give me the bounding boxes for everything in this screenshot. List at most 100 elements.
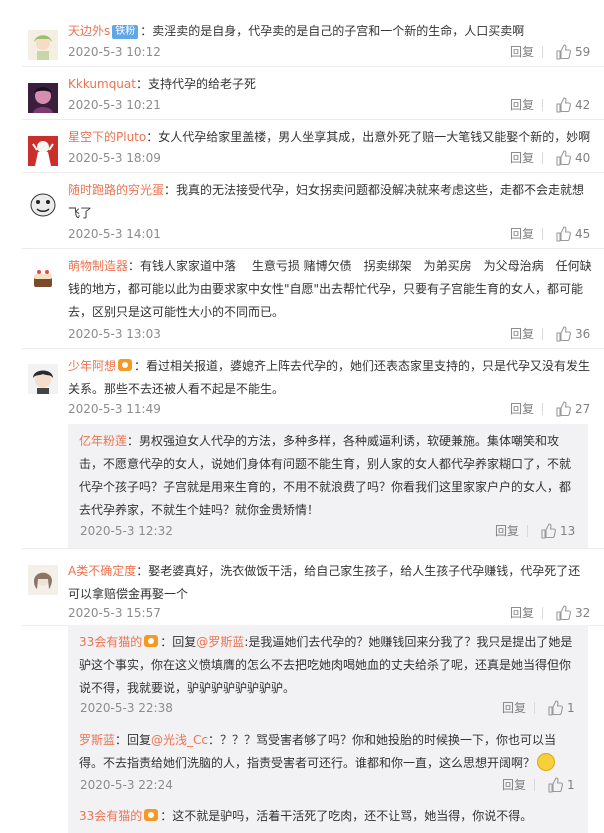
- comment-body: ：有钱人家家道中落 生意亏损 赌博欠债 拐卖绑架 为弟买房 为父母治病 任何缺钱…: [68, 259, 592, 319]
- comment-timestamp: 2020-5-3 10:12: [68, 45, 161, 59]
- like-button[interactable]: 32: [555, 603, 595, 623]
- username-link[interactable]: 罗斯蓝: [79, 733, 115, 747]
- thumb-up-icon: [548, 777, 563, 793]
- action-divider: [542, 607, 543, 619]
- comment-text: A类不确定度：娶老婆真好，洗衣做饭干活，给自己家生孩子，给人生孩子代孕赚钱，代孕…: [68, 560, 592, 606]
- comment-text: Kkkumquat：支持代孕的给老子死: [68, 73, 592, 96]
- username-link[interactable]: 萌物制造器: [68, 259, 128, 273]
- like-button[interactable]: 42: [555, 95, 595, 115]
- like-count: 36: [575, 327, 591, 341]
- comment-item: Kkkumquat：支持代孕的给老子死 2020-5-3 10:21 回复 42: [0, 67, 604, 120]
- thumb-up-icon: [556, 326, 571, 342]
- avatar[interactable]: [28, 30, 58, 60]
- comment-timestamp: 2020-5-3 10:21: [68, 98, 161, 112]
- comment-timestamp: 2020-5-3 15:57: [68, 606, 161, 620]
- reply-button[interactable]: 回复: [510, 42, 534, 62]
- like-count: 1: [567, 778, 575, 792]
- username-link[interactable]: 天边外s: [68, 24, 110, 38]
- username-link[interactable]: 33会有猫的: [79, 809, 142, 823]
- avatar[interactable]: [28, 83, 58, 113]
- like-count: 27: [575, 402, 591, 416]
- vip-icon: [144, 635, 159, 647]
- comment-body: ：看过相关报道，婆媳齐上阵去代孕的，她们还表态家里支持的，只是代孕又没有发生关系…: [68, 359, 591, 396]
- like-button[interactable]: 40: [555, 148, 595, 168]
- comment-body: ：女人代孕给家里盖楼，男人坐享其成，出意外死了赔一大笔钱又能娶个新的，妙啊: [146, 130, 591, 144]
- like-button[interactable]: 1: [547, 775, 587, 795]
- avatar[interactable]: [28, 262, 58, 292]
- thumb-up-icon: [556, 97, 571, 113]
- mention-link[interactable]: @光浅_Cc: [151, 733, 208, 747]
- comment-text: 天边外s 铁粉 ：卖淫卖的是自身，代孕卖的是自己的子宫和一个新的生命，人口买卖啊: [68, 20, 592, 43]
- reply-button[interactable]: 回复: [510, 399, 534, 419]
- avatar[interactable]: [28, 136, 58, 166]
- username-link[interactable]: 少年阿想: [68, 359, 116, 373]
- comment-text: 随时跑路的穷光蛋：我真的无法接受代孕，妇女拐卖问题都没解决就来考虑这些，走都不会…: [68, 179, 592, 225]
- comment-timestamp: 2020-5-3 11:49: [68, 402, 161, 416]
- like-count: 32: [575, 606, 591, 620]
- comment-item: A类不确定度：娶老婆真好，洗衣做饭干活，给自己家生孩子，给人生孩子代孕赚钱，代孕…: [0, 554, 604, 626]
- action-divider: [542, 46, 543, 58]
- reply-thread: 亿年粉莲：男权强迫女人代孕的方法，多种多样，各种威逼利诱，软硬兼施。集体嘲笑和攻…: [68, 424, 588, 548]
- reply-button[interactable]: 回复: [510, 95, 534, 115]
- action-divider: [542, 152, 543, 164]
- action-divider: [542, 403, 543, 415]
- mention-link[interactable]: @罗斯蓝: [196, 635, 244, 649]
- reply-button[interactable]: 回复: [510, 224, 534, 244]
- comment-text: 萌物制造器：有钱人家家道中落 生意亏损 赌博欠债 拐卖绑架 为弟买房 为父母治病…: [68, 255, 592, 324]
- thumb-up-icon: [541, 523, 556, 539]
- reply-button[interactable]: 回复: [510, 603, 534, 623]
- username-link[interactable]: A类不确定度: [68, 564, 136, 578]
- thumb-up-icon: [556, 605, 571, 621]
- like-button[interactable]: 13: [540, 521, 580, 541]
- thumb-up-icon: [556, 150, 571, 166]
- reply-button[interactable]: 回复: [510, 324, 534, 344]
- fan-badge: 铁粉: [112, 25, 139, 39]
- comment-item: 随时跑路的穷光蛋：我真的无法接受代孕，妇女拐卖问题都没解决就来考虑这些，走都不会…: [0, 173, 604, 249]
- like-button[interactable]: 27: [555, 399, 595, 419]
- username-link[interactable]: 亿年粉莲: [79, 434, 127, 448]
- comment-timestamp: 2020-5-3 22:24: [80, 778, 173, 792]
- reply-prefix: ：回复: [160, 635, 197, 649]
- comment-body: ：卖淫卖的是自身，代孕卖的是自己的子宫和一个新的生命，人口买卖啊: [140, 24, 525, 38]
- avatar[interactable]: [28, 364, 58, 394]
- comment-timestamp: 2020-5-3 22:38: [80, 701, 173, 715]
- action-divider: [534, 702, 535, 714]
- avatar[interactable]: [28, 189, 58, 219]
- like-button[interactable]: 36: [555, 324, 595, 344]
- username-link[interactable]: 33会有猫的: [79, 635, 142, 649]
- avatar[interactable]: [28, 565, 58, 595]
- comment-text: 罗斯蓝：回复@光浅_Cc：？？？骂受害者够了吗？你和她投胎的时候换一下，你也可以…: [79, 729, 576, 775]
- comment-item: 星空下的Pluto：女人代孕给家里盖楼，男人坐享其成，出意外死了赔一大笔钱又能娶…: [0, 120, 604, 173]
- comment-text: 星空下的Pluto：女人代孕给家里盖楼，男人坐享其成，出意外死了赔一大笔钱又能娶…: [68, 126, 592, 149]
- like-button[interactable]: 45: [555, 224, 595, 244]
- comment-body: ：这不就是驴吗，活着干活死了吃肉，还不让骂，她当得，你说不得。: [160, 809, 533, 823]
- username-link[interactable]: 随时跑路的穷光蛋: [68, 183, 164, 197]
- vip-icon: [118, 359, 133, 371]
- like-count: 1: [567, 701, 575, 715]
- like-button[interactable]: 1: [547, 698, 587, 718]
- comment-item: 萌物制造器：有钱人家家道中落 生意亏损 赌博欠债 拐卖绑架 为弟买房 为父母治病…: [0, 249, 604, 349]
- thumb-up-icon: [556, 401, 571, 417]
- like-button[interactable]: 59: [555, 42, 595, 62]
- action-divider: [542, 328, 543, 340]
- username-link[interactable]: Kkkumquat: [68, 77, 136, 91]
- comment-text: 亿年粉莲：男权强迫女人代孕的方法，多种多样，各种威逼利诱，软硬兼施。集体嘲笑和攻…: [79, 430, 576, 522]
- like-count: 59: [575, 45, 591, 59]
- thumb-up-icon: [556, 226, 571, 242]
- action-divider: [534, 779, 535, 791]
- comment-item: 天边外s 铁粉 ：卖淫卖的是自身，代孕卖的是自己的子宫和一个新的生命，人口买卖啊 20…: [0, 14, 604, 67]
- reply-button[interactable]: 回复: [510, 148, 534, 168]
- reply-button[interactable]: 回复: [502, 698, 526, 718]
- comment-timestamp: 2020-5-3 13:03: [68, 327, 161, 341]
- comment-body: ：男权强迫女人代孕的方法，多种多样，各种威逼利诱，软硬兼施。集体嘲笑和攻击，不愿…: [79, 434, 572, 517]
- reply-button[interactable]: 回复: [502, 775, 526, 795]
- action-divider: [542, 228, 543, 240]
- username-link[interactable]: 星空下的Pluto: [68, 130, 146, 144]
- like-count: 45: [575, 227, 591, 241]
- comment-body: ：支持代孕的给老子死: [135, 77, 256, 91]
- vip-icon: [144, 809, 159, 821]
- comment-list: 天边外s 铁粉 ：卖淫卖的是自身，代孕卖的是自己的子宫和一个新的生命，人口买卖啊 20…: [0, 0, 604, 833]
- reply-button[interactable]: 回复: [495, 521, 519, 541]
- comment-timestamp: 2020-5-3 12:32: [80, 524, 173, 538]
- reply-prefix: ：回复: [115, 733, 152, 747]
